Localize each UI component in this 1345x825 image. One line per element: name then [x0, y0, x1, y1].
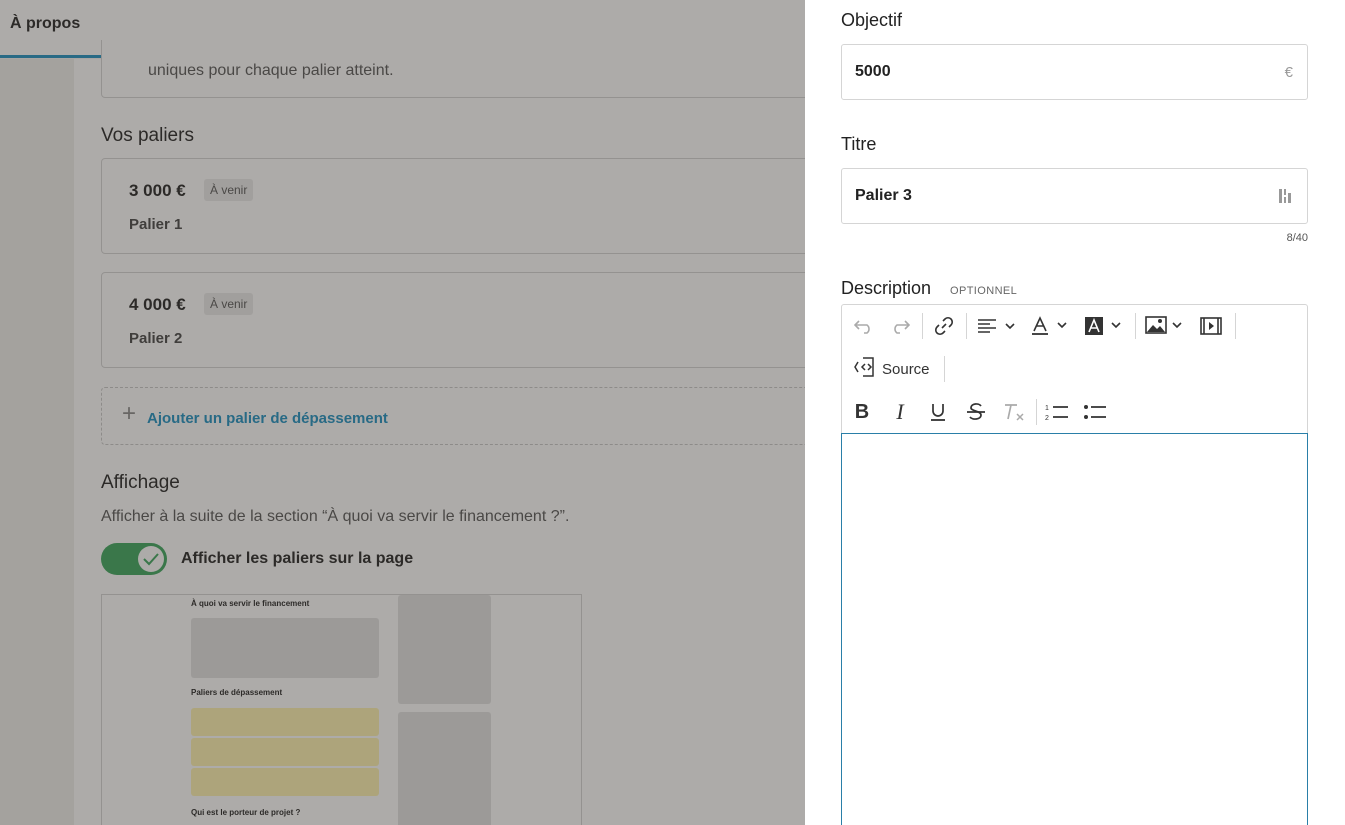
italic-icon[interactable]: I	[886, 398, 914, 426]
description-label: Description	[841, 278, 932, 298]
optional-tag: OPTIONNEL	[950, 285, 1018, 297]
align-icon[interactable]	[974, 312, 1018, 340]
source-button-label: Source	[882, 360, 930, 378]
modal-overlay[interactable]	[0, 0, 805, 825]
link-icon[interactable]	[930, 312, 958, 340]
svg-text:1: 1	[1045, 405, 1049, 412]
svg-text:2: 2	[1045, 415, 1049, 422]
title-input[interactable]	[855, 169, 1255, 223]
objective-label: Objectif	[841, 10, 903, 30]
numbered-list-icon[interactable]: 12	[1043, 398, 1071, 426]
objective-field-box: €	[841, 44, 1308, 100]
redo-icon[interactable]	[886, 312, 914, 340]
bulleted-list-icon[interactable]	[1081, 398, 1109, 426]
tier-edit-panel: Objectif € Titre 8/40 Description OPTION…	[805, 0, 1345, 825]
media-embed-icon[interactable]	[1197, 312, 1225, 340]
description-editor-area[interactable]	[841, 433, 1308, 825]
bold-icon[interactable]: B	[848, 398, 876, 426]
title-label: Titre	[841, 134, 877, 154]
undo-icon[interactable]	[850, 312, 878, 340]
objective-input[interactable]	[855, 45, 1255, 99]
title-field-box	[841, 168, 1308, 224]
character-count-icon	[1279, 187, 1293, 209]
editor-toolbar-row: B I 12	[842, 391, 1307, 433]
title-char-counter: 8/40	[1286, 232, 1308, 244]
background-color-icon[interactable]	[1082, 312, 1126, 340]
editor-toolbar-row	[842, 305, 1307, 347]
underline-icon[interactable]	[924, 398, 952, 426]
strikethrough-icon[interactable]	[962, 398, 990, 426]
editor-toolbar-row: Source	[842, 348, 1307, 390]
source-button[interactable]: Source	[854, 355, 940, 383]
font-color-icon[interactable]	[1028, 312, 1072, 340]
remove-format-icon[interactable]	[1000, 398, 1028, 426]
euro-suffix: €	[1284, 64, 1293, 81]
rich-text-editor: Source B I 12	[841, 304, 1308, 825]
source-icon	[854, 356, 876, 383]
image-icon[interactable]	[1143, 312, 1187, 340]
